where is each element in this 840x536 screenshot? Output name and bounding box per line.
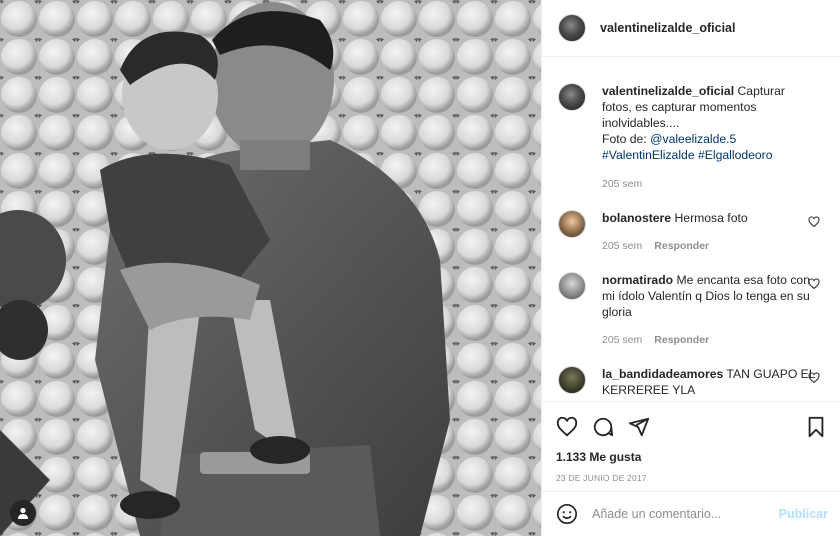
caption-hashtags[interactable]: #ValentinElizalde #Elgallodeoro	[602, 148, 773, 162]
caption-time[interactable]: 205 sem	[602, 176, 642, 192]
post-side-panel: valentinelizalde_oficial valentinelizald…	[541, 0, 840, 536]
comment-time[interactable]: 205 sem	[602, 332, 642, 348]
caption-username[interactable]: valentinelizalde_oficial	[602, 84, 734, 98]
comment-body: normatirado Me encanta esa foto con mi í…	[602, 272, 816, 348]
comment-item: bolanostere Hermosa foto 205 sem Respond…	[558, 210, 824, 254]
heart-icon[interactable]	[556, 416, 578, 438]
bookmark-icon[interactable]	[806, 416, 826, 438]
comment-text: Hermosa foto	[674, 211, 748, 225]
heart-icon[interactable]	[808, 372, 820, 384]
comment-composer: Añade un comentario... Publicar	[542, 491, 840, 536]
comment-item: normatirado Me encanta esa foto con mi í…	[558, 272, 824, 348]
comment-avatar[interactable]	[558, 272, 586, 300]
heart-icon[interactable]	[808, 278, 820, 290]
comment-meta: 205 sem Responder	[602, 332, 816, 348]
post-photo[interactable]	[0, 0, 541, 536]
comment-body: la_bandidadeamores TAN GUAPO EL KERREREE…	[602, 366, 816, 398]
post-date[interactable]: 23 DE JUNIO DE 2017	[556, 473, 826, 483]
likes-count[interactable]: 1.133 Me gusta	[556, 450, 826, 464]
caption: valentinelizalde_oficial Capturar fotos,…	[558, 83, 824, 192]
comment-username[interactable]: bolanostere	[602, 211, 671, 225]
comment-meta: 205 sem Responder	[602, 238, 816, 254]
user-tag-button[interactable]	[10, 500, 36, 526]
comment-icon[interactable]	[592, 416, 614, 438]
user-icon	[18, 507, 28, 519]
caption-credit-link[interactable]: @valeelizalde.5	[650, 132, 736, 146]
comment-username[interactable]: la_bandidadeamores	[602, 367, 723, 381]
comment-avatar[interactable]	[558, 366, 586, 394]
photo-image	[0, 0, 541, 536]
comment-input[interactable]: Añade un comentario...	[592, 507, 779, 521]
comment-username[interactable]: normatirado	[602, 273, 673, 287]
caption-avatar[interactable]	[558, 83, 586, 111]
author-username[interactable]: valentinelizalde_oficial	[600, 21, 735, 35]
caption-credit-prefix: Foto de:	[602, 132, 651, 146]
publish-button[interactable]: Publicar	[779, 507, 828, 521]
emoji-icon[interactable]	[556, 503, 578, 525]
heart-icon[interactable]	[808, 216, 820, 228]
share-icon[interactable]	[628, 416, 650, 438]
reply-button[interactable]: Responder	[654, 238, 709, 254]
action-icons	[556, 414, 826, 440]
reply-button[interactable]: Responder	[654, 332, 709, 348]
comment-avatar[interactable]	[558, 210, 586, 238]
comment-body: bolanostere Hermosa foto 205 sem Respond…	[602, 210, 816, 254]
caption-body: valentinelizalde_oficial Capturar fotos,…	[602, 83, 816, 192]
comment-item: la_bandidadeamores TAN GUAPO EL KERREREE…	[558, 366, 824, 398]
post-actions: 1.133 Me gusta 23 DE JUNIO DE 2017	[542, 401, 840, 483]
post-header: valentinelizalde_oficial	[542, 0, 840, 57]
comments-list[interactable]: valentinelizalde_oficial Capturar fotos,…	[542, 58, 840, 401]
comment-time[interactable]: 205 sem	[602, 238, 642, 254]
caption-meta: 205 sem	[602, 176, 816, 192]
author-avatar[interactable]	[558, 14, 586, 42]
